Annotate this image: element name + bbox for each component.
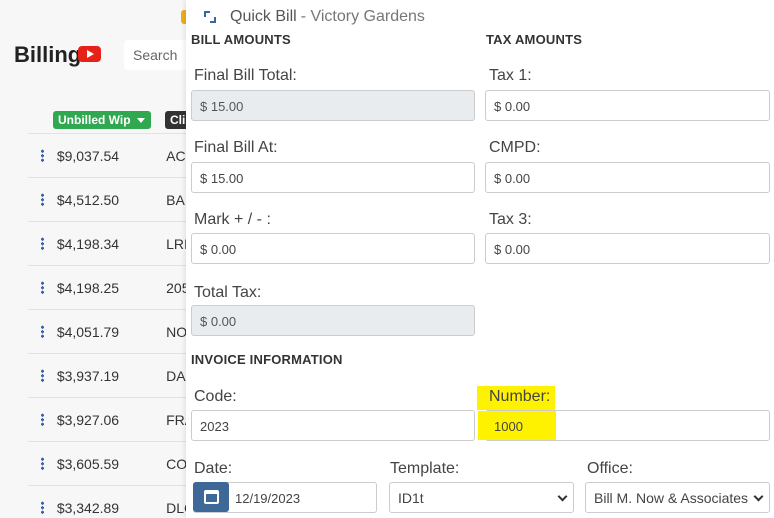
modal-title: Quick Bill	[230, 8, 297, 25]
calendar-icon	[203, 490, 219, 504]
modal-header: Quick Bill - Victory Gardens	[204, 7, 425, 27]
final-bill-at-field[interactable]: $ 15.00	[191, 162, 475, 193]
row-menu-icon[interactable]	[28, 501, 57, 514]
tax1-label: Tax 1:	[489, 67, 532, 84]
template-label: Template:	[390, 460, 460, 477]
chevron-down-icon	[557, 491, 568, 502]
row-amount: $4,512.50	[56, 191, 120, 208]
row-menu-icon[interactable]	[28, 413, 57, 426]
final-bill-total-label: Final Bill Total:	[194, 67, 297, 84]
template-select[interactable]: ID1t	[389, 482, 574, 513]
total-tax-field: $ 0.00	[191, 305, 475, 336]
expand-icon[interactable]	[204, 11, 216, 23]
office-select[interactable]: Bill M. Now & Associates	[585, 482, 770, 513]
date-label: Date:	[194, 460, 233, 477]
row-client: NO	[166, 323, 186, 340]
section-heading-invoice-information: INVOICE INFORMATION	[191, 352, 343, 367]
billing-table: $9,037.54 AC $4,512.50 BA $4,198.34 LRI …	[28, 133, 186, 518]
markup-field[interactable]: $ 0.00	[191, 233, 475, 264]
row-menu-icon[interactable]	[28, 281, 57, 294]
search-input[interactable]: Search	[124, 40, 194, 70]
row-menu-icon[interactable]	[28, 457, 57, 470]
table-row[interactable]: $4,198.34 LRI	[28, 221, 186, 265]
row-client: 205	[166, 279, 186, 296]
tax3-field[interactable]: $ 0.00	[485, 233, 770, 264]
row-client: DA	[166, 367, 186, 384]
row-amount: $3,937.19	[56, 367, 120, 384]
row-menu-icon[interactable]	[28, 237, 57, 250]
caret-down-icon	[136, 118, 145, 124]
row-menu-icon[interactable]	[28, 193, 57, 206]
table-row[interactable]: $9,037.54 AC	[28, 133, 186, 177]
code-field[interactable]: 2023	[191, 410, 475, 441]
youtube-icon[interactable]	[78, 46, 101, 62]
row-amount: $3,605.59	[56, 455, 120, 472]
template-value: ID1t	[398, 490, 424, 506]
table-row[interactable]: $3,937.19 DA	[28, 353, 186, 397]
row-amount: $3,927.06	[56, 411, 120, 428]
section-heading-bill-amounts: BILL AMOUNTS	[191, 32, 291, 47]
final-bill-total-field: $ 15.00	[191, 90, 475, 121]
row-amount: $4,198.25	[56, 279, 120, 296]
office-value: Bill M. Now & Associates	[594, 490, 749, 506]
column-header-unbilled-wip[interactable]: Unbilled Wip	[53, 111, 151, 129]
page-title: Billing	[14, 42, 82, 67]
calendar-button[interactable]	[193, 482, 229, 512]
row-amount: $4,198.34	[56, 235, 120, 252]
row-client: FRA	[166, 411, 186, 428]
row-menu-icon[interactable]	[28, 149, 57, 162]
final-bill-at-label: Final Bill At:	[194, 139, 278, 156]
row-client: AC	[166, 147, 186, 164]
column-header-label: Unbilled Wip	[58, 113, 131, 127]
cmpd-label: CMPD:	[489, 139, 541, 156]
cmpd-field[interactable]: $ 0.00	[485, 162, 770, 193]
table-row[interactable]: $4,512.50 BA	[28, 177, 186, 221]
row-amount: $9,037.54	[56, 147, 120, 164]
tax1-field[interactable]: $ 0.00	[485, 90, 770, 121]
total-tax-label: Total Tax:	[194, 284, 262, 301]
row-amount: $3,342.89	[56, 499, 120, 516]
office-label: Office:	[587, 460, 633, 477]
number-field[interactable]: 1000	[478, 410, 770, 441]
table-row[interactable]: $3,342.89 DLC	[28, 485, 186, 518]
row-client: CO	[166, 455, 186, 472]
modal-subtitle: - Victory Gardens	[300, 8, 425, 25]
markup-label: Mark + / - :	[194, 211, 271, 228]
row-menu-icon[interactable]	[28, 325, 57, 338]
number-value: 1000	[494, 419, 523, 434]
table-row[interactable]: $3,927.06 FRA	[28, 397, 186, 441]
number-label: Number:	[477, 386, 555, 410]
tax3-label: Tax 3:	[489, 211, 532, 228]
chevron-down-icon	[753, 491, 764, 502]
section-heading-tax-amounts: TAX AMOUNTS	[486, 32, 583, 47]
table-row[interactable]: $4,198.25 205	[28, 265, 186, 309]
row-client: DLC	[166, 499, 186, 516]
table-row[interactable]: $4,051.79 NO	[28, 309, 186, 353]
row-client: LRI	[166, 235, 186, 252]
row-menu-icon[interactable]	[28, 369, 57, 382]
code-label: Code:	[194, 388, 237, 405]
row-amount: $4,051.79	[56, 323, 120, 340]
table-row[interactable]: $3,605.59 CO	[28, 441, 186, 485]
row-client: BA	[166, 191, 185, 208]
